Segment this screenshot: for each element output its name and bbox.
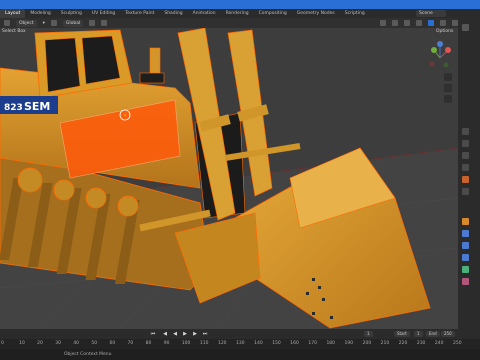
start-frame-label: Start	[394, 331, 410, 337]
play-reverse-button[interactable]: ◀	[172, 331, 178, 337]
timeline-tick-label: 120	[217, 341, 227, 346]
tab-geometry-nodes[interactable]: Geometry Nodes	[292, 9, 340, 18]
tab-layout[interactable]: Layout	[0, 9, 26, 18]
world-properties-icon[interactable]	[462, 188, 469, 195]
material-shading-icon[interactable]	[440, 20, 446, 26]
gizmo-icon[interactable]	[392, 20, 398, 26]
output-properties-icon[interactable]	[462, 152, 469, 159]
jump-start-button[interactable]: ⏮	[150, 331, 156, 337]
timeline-tick-label: 230	[416, 341, 426, 346]
timeline-tick-label: 90	[163, 341, 170, 346]
tab-animation[interactable]: Animation	[188, 9, 221, 18]
timeline-tick-label: 240	[434, 341, 444, 346]
timeline-tick-label: 70	[127, 341, 134, 346]
material-properties-icon[interactable]	[462, 278, 469, 285]
play-button[interactable]: ▶	[182, 331, 188, 337]
timeline-tick-label: 20	[37, 341, 43, 346]
timeline-header: ⏮ ◀ ◀ ▶ ▶ ⏭ 1 Start 1 End 250	[0, 329, 480, 339]
status-bar: Object Context Menu	[0, 349, 480, 360]
3d-viewport[interactable]: 823 SEM	[0, 28, 458, 329]
proportional-edit-icon[interactable]	[101, 20, 108, 26]
timeline-tick-label: 190	[344, 341, 354, 346]
viewport-nav-buttons[interactable]	[444, 73, 452, 103]
timeline-tick-label: 40	[73, 341, 80, 346]
machine-brand: SEM	[24, 100, 50, 113]
prev-keyframe-button[interactable]: ◀	[162, 331, 168, 337]
timeline-tick-label: 200	[362, 341, 372, 346]
snap-icon[interactable]	[89, 20, 96, 26]
tool-properties-icon[interactable]	[462, 128, 469, 135]
timeline-tick-label: 80	[145, 341, 152, 346]
timeline-tick-label: 10	[19, 341, 25, 346]
next-keyframe-button[interactable]: ▶	[192, 331, 198, 337]
select-box-tool[interactable]: Select Box	[2, 29, 26, 34]
jump-end-button[interactable]: ⏭	[202, 331, 208, 337]
visibility-icon[interactable]	[380, 20, 386, 26]
properties-strip	[458, 18, 480, 329]
tab-uv-editing[interactable]: UV Editing	[87, 9, 120, 18]
tab-scripting[interactable]: Scripting	[340, 9, 370, 18]
timeline-tick-label: 250	[453, 341, 462, 346]
scene-properties-icon[interactable]	[462, 176, 469, 183]
start-frame-field[interactable]: 1	[414, 331, 423, 337]
tab-modeling[interactable]: Modeling	[25, 9, 55, 18]
constraints-icon[interactable]	[462, 266, 469, 273]
scene-selector[interactable]: Scene	[416, 10, 446, 17]
viewport-header: Object ▾ Global	[0, 18, 458, 28]
current-frame-field[interactable]: 1	[364, 331, 373, 337]
timeline-ruler[interactable]: 0 10 20 30 40 50 60 70 80 90 100 110 120 130 140 150 160…	[0, 339, 480, 349]
timeline-tick-label: 50	[91, 341, 98, 346]
mode-selector[interactable]: Object	[16, 19, 37, 27]
modifier-properties-icon[interactable]	[462, 230, 469, 237]
particles-icon[interactable]	[462, 242, 469, 249]
status-context-text: Object Context Menu	[64, 352, 112, 357]
physics-icon[interactable]	[462, 254, 469, 261]
tab-texture-paint[interactable]: Texture Paint	[120, 9, 159, 18]
end-frame-field[interactable]: 250	[441, 331, 455, 337]
transform-orientation[interactable]: Global	[62, 19, 84, 27]
view-layer-icon[interactable]	[462, 164, 469, 171]
timeline-tick-label: 0	[1, 341, 4, 346]
outliner-icon[interactable]	[462, 24, 469, 31]
render-properties-icon[interactable]	[462, 140, 469, 147]
timeline-tick-label: 130	[236, 341, 245, 346]
scene-render: 823 SEM	[0, 28, 458, 329]
machine-number: 823	[4, 103, 23, 113]
tab-shading[interactable]: Shading	[159, 9, 187, 18]
timeline-tick-label: 160	[290, 341, 299, 346]
tab-rendering[interactable]: Rendering	[221, 9, 254, 18]
overlays-icon[interactable]	[404, 20, 410, 26]
timeline-tick-label: 170	[308, 341, 317, 346]
timeline-tick-label: 100	[181, 341, 191, 346]
timeline-tick-label: 210	[380, 341, 390, 346]
tab-compositing[interactable]: Compositing	[254, 9, 292, 18]
timeline-tick-label: 180	[326, 341, 336, 346]
transform-pivot-icon[interactable]	[50, 20, 57, 26]
timeline-tick-label: 150	[272, 341, 281, 346]
timeline-tick-label: 60	[109, 341, 116, 346]
editor-type-icon[interactable]	[4, 20, 10, 26]
solid-shading-icon[interactable]	[428, 20, 434, 26]
timeline-tick-label: 110	[199, 341, 209, 346]
timeline-tick-label: 220	[398, 341, 408, 346]
workspace-tabs: Layout Modeling Sculpting UV Editing Tex…	[0, 9, 480, 18]
tab-sculpting[interactable]: Sculpting	[56, 9, 87, 18]
end-frame-label: End	[426, 331, 440, 337]
view-menu[interactable]: ▾	[43, 21, 45, 26]
window-top-strip	[0, 0, 480, 9]
timeline-tick-label: 140	[254, 341, 263, 346]
timeline-tick-label: 30	[55, 341, 61, 346]
xray-icon[interactable]	[416, 20, 422, 26]
options-menu[interactable]: Options	[436, 29, 453, 34]
object-properties-icon[interactable]	[462, 218, 469, 225]
